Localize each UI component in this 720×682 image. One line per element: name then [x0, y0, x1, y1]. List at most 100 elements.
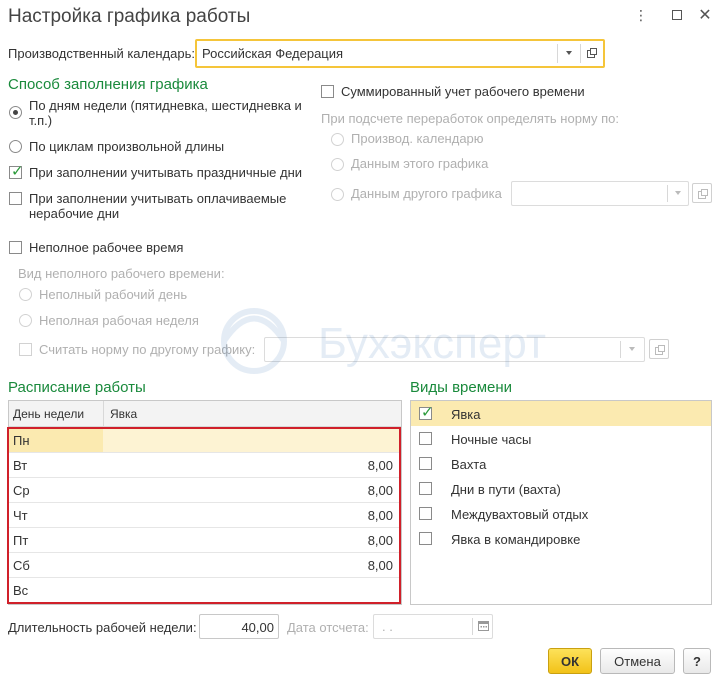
schedule-rows: Пн Вт 8,00 Ср 8,00 Чт 8,00 Пт 8,00 Сб 8,00 Вс [9, 428, 401, 603]
chevron-down-icon[interactable] [629, 347, 635, 351]
maximize-icon[interactable] [668, 6, 686, 24]
more-icon[interactable]: ⋮ [632, 6, 650, 24]
time-types-list: ✓ Явка Ночные часы Вахта Дни в пути (вахта) М… [410, 400, 712, 605]
checkbox-summed-accounting[interactable] [321, 85, 334, 98]
time-type-checkbox[interactable] [419, 432, 432, 445]
table-row[interactable]: Чт 8,00 [9, 503, 401, 528]
list-item[interactable]: Явка в командировке [411, 526, 711, 551]
checkbox-holidays[interactable]: ✓ [9, 163, 24, 180]
calendar-icon[interactable] [478, 620, 489, 631]
cell-day: Пн [13, 433, 30, 448]
col-attendance-header: Явка [110, 407, 138, 421]
time-type-checkbox[interactable] [419, 482, 432, 495]
other-schedule-field[interactable] [264, 337, 645, 362]
chevron-down-icon[interactable] [566, 51, 572, 55]
time-type-label: Ночные часы [451, 432, 532, 447]
table-row[interactable]: Сб 8,00 [9, 553, 401, 578]
checkbox-paid-nonworking[interactable] [9, 192, 22, 205]
close-icon[interactable]: ✕ [696, 6, 714, 24]
checkbox-holidays-label: При заполнении учитывать праздничные дни [29, 165, 303, 180]
radio-by-cycles[interactable] [9, 140, 22, 153]
table-row[interactable]: Вт 8,00 [9, 453, 401, 478]
table-row[interactable]: Пн [9, 428, 401, 453]
list-item[interactable]: Вахта [411, 451, 711, 476]
cell-attendance[interactable]: 8,00 [368, 483, 393, 498]
checkbox-part-time-label: Неполное рабочее время [29, 240, 184, 255]
cell-attendance[interactable]: 8,00 [368, 458, 393, 473]
list-item[interactable]: Дни в пути (вахта) [411, 476, 711, 501]
table-row[interactable]: Вс [9, 578, 401, 603]
checkbox-part-time[interactable] [9, 241, 22, 254]
radio-by-weekdays-label: По дням недели (пятидневка, шестидневка … [29, 98, 302, 128]
cell-day: Пт [13, 533, 29, 548]
time-type-label: Явка [451, 407, 481, 422]
check-icon: ✓ [421, 404, 434, 421]
time-type-checkbox[interactable]: ✓ [419, 404, 434, 421]
table-row[interactable]: Пт 8,00 [9, 528, 401, 553]
cell-day: Ср [13, 483, 30, 498]
ok-button[interactable]: ОК [548, 648, 592, 674]
radio-by-this-schedule-label: Данным этого графика [351, 156, 489, 171]
week-length-label: Длительность рабочей недели: [8, 620, 197, 635]
radio-by-other-schedule[interactable] [331, 188, 344, 201]
col-separator [103, 401, 104, 426]
col-day-header: День недели [13, 407, 85, 421]
time-type-label: Дни в пути (вахта) [451, 482, 561, 497]
cell-day: Вс [13, 583, 29, 598]
ref-date-label: Дата отсчета: [287, 620, 369, 635]
week-length-field[interactable]: 40,00 [199, 614, 279, 639]
radio-part-time-week-label: Неполная рабочая неделя [39, 313, 199, 328]
help-button[interactable]: ? [683, 648, 711, 674]
time-type-checkbox[interactable] [419, 507, 432, 520]
radio-part-time-day[interactable] [19, 288, 32, 301]
open-other-schedule-norm-button[interactable] [692, 183, 712, 203]
calendar-label: Производственный календарь: [8, 46, 195, 61]
time-type-label: Явка в командировке [451, 532, 581, 547]
selected-row-fill [103, 428, 401, 452]
radio-part-time-week[interactable] [19, 314, 32, 327]
calendar-field[interactable]: Российская Федерация [195, 39, 605, 68]
list-item[interactable]: Междувахтовый отдых [411, 501, 711, 526]
list-item[interactable]: ✓ Явка [411, 401, 711, 426]
field-separator [620, 341, 621, 358]
cell-day: Сб [13, 558, 30, 573]
ref-date-field[interactable]: . . [373, 614, 493, 639]
time-types-title: Виды времени [410, 379, 513, 396]
time-type-checkbox[interactable] [419, 457, 432, 470]
schedule-table: День недели Явка Пн Вт 8,00 Ср 8,00 Чт 8,00 Пт 8… [8, 400, 402, 605]
window-title: Настройка графика работы [8, 6, 251, 27]
open-icon [654, 344, 665, 355]
check-icon: ✓ [11, 163, 24, 180]
cell-day: Вт [13, 458, 28, 473]
cell-attendance[interactable]: 8,00 [368, 558, 393, 573]
other-schedule-norm-field[interactable] [511, 181, 689, 206]
cell-attendance[interactable]: 8,00 [368, 533, 393, 548]
open-icon[interactable] [587, 48, 597, 58]
checkbox-norm-other-schedule[interactable] [19, 343, 32, 356]
cell-day: Чт [13, 508, 28, 523]
schedule-title: Расписание работы [8, 379, 146, 396]
radio-by-calendar[interactable] [331, 133, 344, 146]
time-type-label: Междувахтовый отдых [451, 507, 589, 522]
chevron-down-icon[interactable] [675, 191, 681, 195]
list-item[interactable]: Ночные часы [411, 426, 711, 451]
radio-by-cycles-label: По циклам произвольной длины [29, 139, 225, 154]
week-length-value: 40,00 [241, 620, 274, 635]
cell-attendance[interactable]: 8,00 [368, 508, 393, 523]
open-icon [697, 188, 708, 199]
open-other-schedule-button[interactable] [649, 339, 669, 359]
radio-part-time-day-label: Неполный рабочий день [39, 287, 188, 302]
radio-by-this-schedule[interactable] [331, 158, 344, 171]
radio-by-weekdays[interactable] [9, 106, 22, 119]
field-separator [580, 44, 581, 63]
radio-by-calendar-label: Производ. календарю [351, 131, 484, 146]
field-separator [472, 618, 473, 635]
cancel-button[interactable]: Отмена [600, 648, 675, 674]
time-types-rows: ✓ Явка Ночные часы Вахта Дни в пути (вахта) М… [411, 401, 711, 551]
norm-label: При подсчете переработок определять норм… [321, 111, 620, 126]
time-type-checkbox[interactable] [419, 532, 432, 545]
table-row[interactable]: Ср 8,00 [9, 478, 401, 503]
time-type-label: Вахта [451, 457, 487, 472]
fill-method-title: Способ заполнения графика [8, 76, 208, 93]
ref-date-placeholder: . . [382, 619, 393, 634]
